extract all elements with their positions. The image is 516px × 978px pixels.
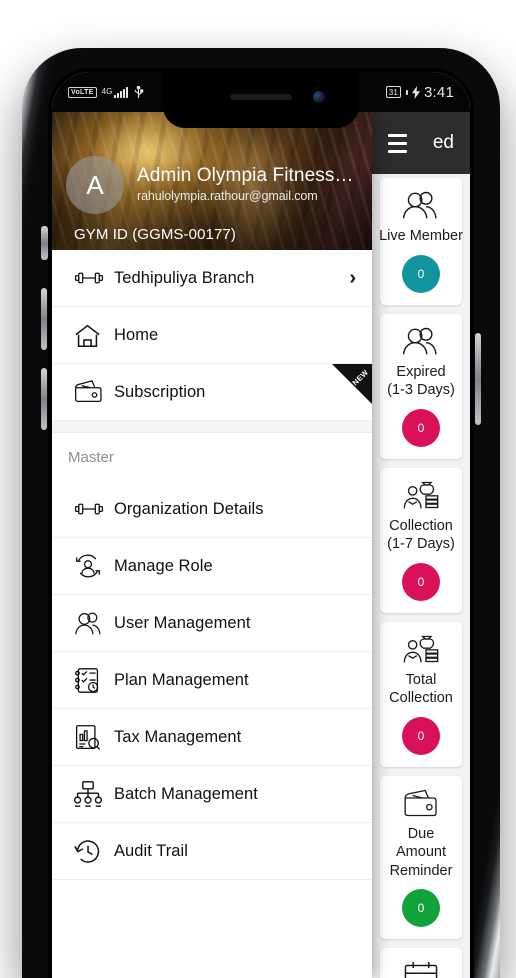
stat-card-list: Live Member 0 Expired (1-3 Days) 0 Colle…: [372, 174, 470, 978]
sidebar-item-label: User Management: [114, 613, 251, 632]
app-bar: ed: [372, 112, 470, 174]
mute-switch-button[interactable]: [41, 226, 48, 260]
section-divider: [52, 421, 372, 433]
new-badge: NEW: [330, 364, 372, 406]
dumbbell-icon: [68, 499, 114, 519]
sidebar-item-subscription[interactable]: Subscription NEW: [52, 364, 372, 421]
phone-notch: [163, 72, 359, 128]
charging-bolt-icon: [412, 85, 420, 99]
clock-label: 3:41: [424, 83, 454, 101]
sidebar-item-label: Organization Details: [114, 499, 264, 518]
sidebar-item-label: Tedhipuliya Branch: [114, 268, 255, 287]
manage-role-icon: [68, 553, 114, 579]
stat-card-badge: 0: [402, 562, 440, 601]
stat-card-label: Due Amount Reminder: [389, 825, 453, 879]
money-bag-icon: [401, 631, 441, 667]
battery-icon: 31: [385, 86, 401, 98]
stat-card-badge: 0: [402, 254, 440, 293]
profile-email: rahulolympia.rathour@gmail.com: [137, 188, 318, 203]
stat-card-label: Total Collection: [389, 671, 453, 707]
wallet-icon: [401, 785, 441, 821]
app-bar-title: ed: [432, 132, 454, 153]
volte-icon: VoLTE: [68, 86, 97, 98]
checklist-clock-icon: [68, 667, 114, 694]
drawer-item-list: Tedhipuliya Branch › Home Subscription N…: [52, 250, 372, 920]
stat-card-label: Expired (1-3 Days): [387, 363, 455, 399]
sidebar-item-label: Audit Trail: [114, 841, 188, 860]
status-bar-left: VoLTE 4G: [68, 85, 144, 99]
phone-screen: ed Live Member 0 Expired (1-3 Days) 0 Co…: [52, 72, 470, 978]
stat-card-expired[interactable]: Expired (1-3 Days) 0: [380, 313, 462, 459]
home-icon: [68, 323, 114, 348]
stat-card-live-member[interactable]: Live Member 0: [379, 178, 463, 305]
gym-id-label: GYM ID (GGMS-00177): [74, 226, 236, 243]
stat-card-label: Live Member: [379, 228, 463, 244]
stat-card-total-collection[interactable]: Total Collection 0: [380, 621, 462, 767]
sidebar-item-label: Plan Management: [114, 670, 249, 689]
sidebar-item-label: Batch Management: [114, 784, 258, 803]
money-bag-icon: [401, 477, 441, 513]
battery-nub-icon: [406, 89, 408, 95]
profile-row[interactable]: A Admin Olympia Fitness… rahulolympia.ra…: [66, 156, 372, 214]
profile-name: Admin Olympia Fitness…: [137, 164, 354, 186]
section-title-master: Master: [52, 433, 372, 481]
tax-report-icon: [68, 724, 114, 751]
sidebar-item-home[interactable]: Home: [52, 307, 372, 364]
stat-card-due-amount-reminder[interactable]: Due Amount Reminder 0: [380, 775, 462, 940]
network-type-label: 4G: [101, 87, 113, 96]
sidebar-item-label: Home: [114, 325, 159, 344]
sidebar-item-batch-management[interactable]: Batch Management: [52, 766, 372, 823]
usb-icon: [135, 85, 144, 98]
navigation-drawer: A Admin Olympia Fitness… rahulolympia.ra…: [52, 112, 372, 978]
history-clock-icon: [68, 838, 114, 865]
sidebar-item-plan-management[interactable]: Plan Management: [52, 652, 372, 709]
stat-card-badge: 0: [402, 408, 440, 447]
volume-down-button[interactable]: [41, 368, 47, 430]
stat-card-badge: 0: [402, 716, 440, 755]
stat-card-calendar[interactable]: [380, 948, 462, 978]
hierarchy-icon: [68, 781, 114, 807]
users-icon: [401, 323, 441, 359]
sidebar-item-organization-details[interactable]: Organization Details: [52, 481, 372, 538]
stat-card-label: Collection (1-7 Days): [387, 517, 455, 553]
calendar-icon: [402, 957, 440, 978]
front-camera-icon: [313, 91, 325, 103]
sidebar-item-audit-trail[interactable]: Audit Trail: [52, 823, 372, 880]
sidebar-item-branch[interactable]: Tedhipuliya Branch ›: [52, 250, 372, 307]
volume-up-button[interactable]: [41, 288, 47, 350]
wallet-icon: [68, 380, 114, 404]
users-icon: [68, 611, 114, 636]
chevron-right-icon: ›: [349, 267, 356, 289]
signal-bars-icon: [114, 86, 129, 98]
power-button[interactable]: [475, 333, 481, 425]
avatar: A: [66, 156, 124, 214]
sidebar-item-manage-role[interactable]: Manage Role: [52, 538, 372, 595]
drawer-header: A Admin Olympia Fitness… rahulolympia.ra…: [52, 112, 372, 250]
earpiece-speaker: [230, 94, 292, 100]
drawer-list-footer: [52, 880, 372, 920]
sidebar-item-label: Tax Management: [114, 727, 242, 746]
stat-card-badge: 0: [402, 889, 440, 928]
hamburger-icon[interactable]: [388, 133, 407, 153]
sidebar-item-label: Subscription: [114, 382, 206, 401]
dumbbell-icon: [68, 268, 114, 288]
users-icon: [401, 187, 441, 223]
stat-card-collection-1-7-days[interactable]: Collection (1-7 Days) 0: [380, 467, 462, 613]
sidebar-item-label: Manage Role: [114, 556, 213, 575]
dashboard-content: ed Live Member 0 Expired (1-3 Days) 0 Co…: [372, 112, 470, 978]
sidebar-item-user-management[interactable]: User Management: [52, 595, 372, 652]
sidebar-item-tax-management[interactable]: Tax Management: [52, 709, 372, 766]
status-bar-right: 31 3:41: [385, 83, 454, 101]
